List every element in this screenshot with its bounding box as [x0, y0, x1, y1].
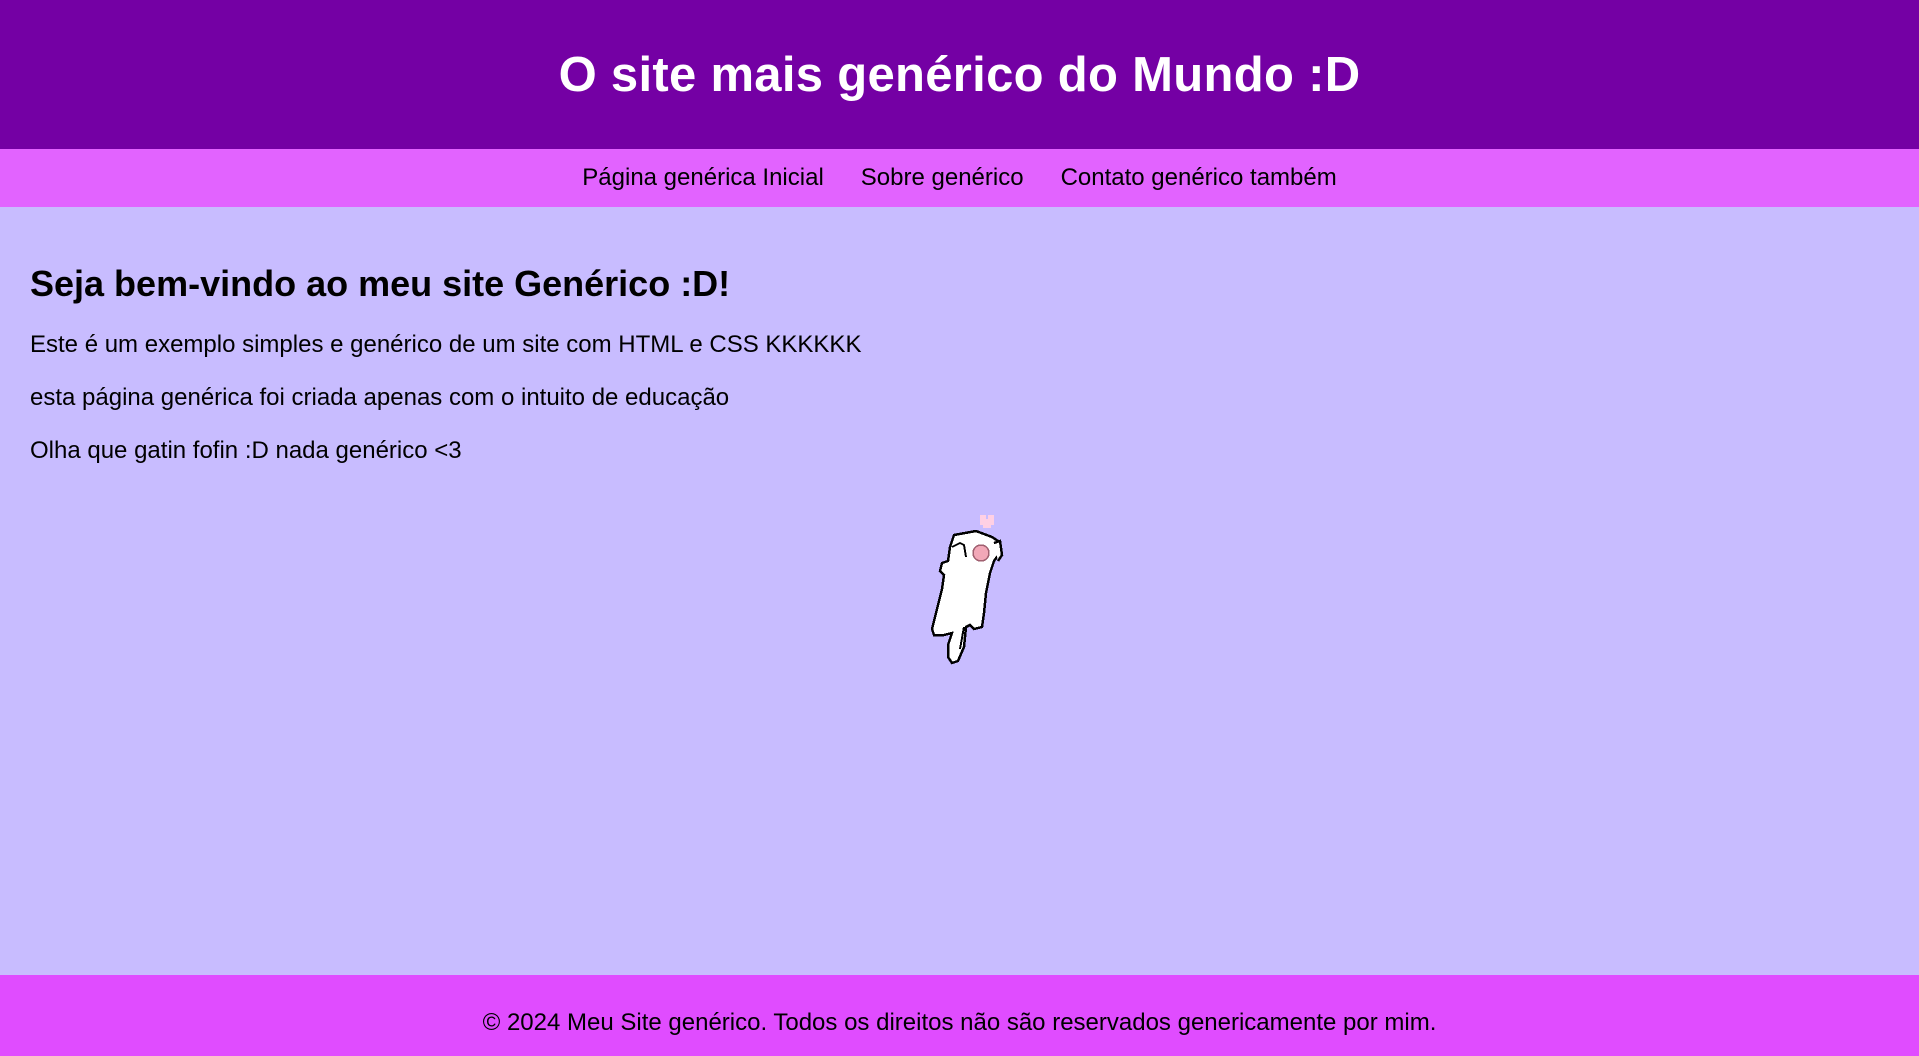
main-nav: Página genérica Inicial Sobre genérico C…	[0, 149, 1919, 207]
cat-body-icon	[930, 529, 1002, 665]
purpose-paragraph: esta página genérica foi criada apenas c…	[30, 384, 730, 411]
main-content: Seja bem-vindo ao meu site Genérico :D! …	[0, 207, 1919, 975]
welcome-heading: Seja bem-vindo ao meu site Genérico :D!	[30, 263, 731, 304]
nav-link-contact[interactable]: Contato genérico também	[1061, 164, 1337, 192]
site-header: O site mais genérico do Mundo :D	[0, 0, 1919, 149]
site-footer: © 2024 Meu Site genérico. Todos os direi…	[0, 975, 1919, 1056]
nav-link-home[interactable]: Página genérica Inicial	[582, 164, 824, 192]
intro-paragraph: Este é um exemplo simples e genérico de …	[30, 331, 862, 358]
copyright-text: © 2024 Meu Site genérico. Todos os direi…	[482, 1008, 1437, 1036]
site-title: O site mais genérico do Mundo :D	[558, 47, 1361, 102]
cat-illustration	[914, 513, 1014, 703]
nav-link-about[interactable]: Sobre genérico	[861, 164, 1024, 192]
heart-icon	[980, 515, 994, 528]
cat-paragraph: Olha que gatin fofin :D nada genérico <3	[30, 437, 462, 464]
